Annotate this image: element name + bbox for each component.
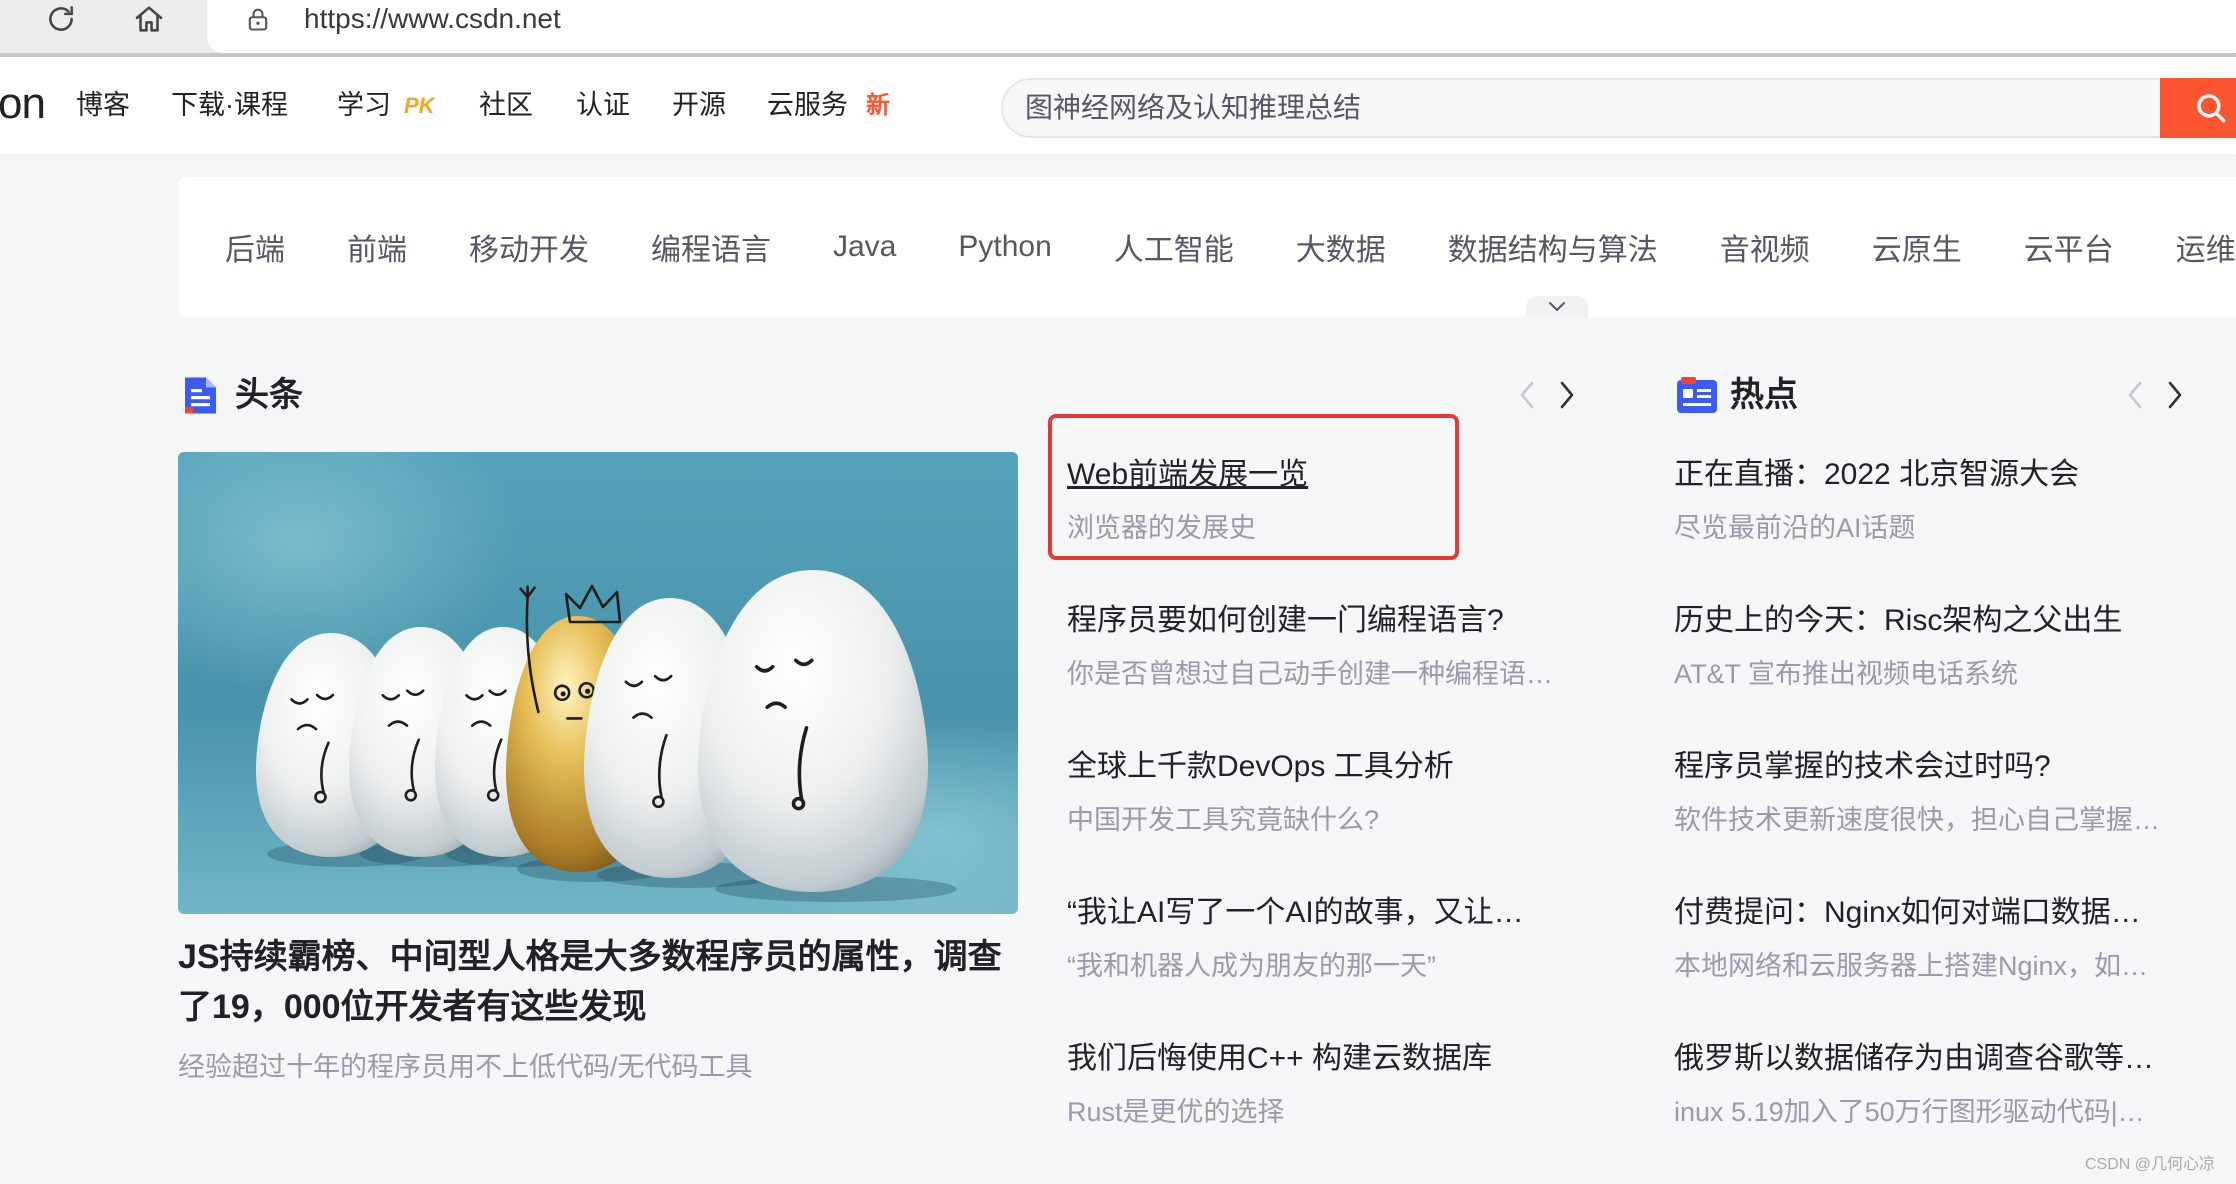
headline-title[interactable]: 我们后悔使用C++ 构建云数据库 (1067, 1033, 1582, 1085)
url-text[interactable]: https://www.csdn.net (304, 0, 561, 38)
hot-subtitle: 尽览最前沿的AI话题 (1674, 513, 1916, 543)
featured-headline-title[interactable]: JS持续霸榜、中间型人格是大多数程序员的属性，调查了19，000位开发者有这些发… (178, 932, 1028, 1032)
headlines-section-title: 头条 (235, 376, 303, 414)
hot-title[interactable]: 历史上的今天：Risc架构之父出生 (1674, 595, 2194, 647)
egg-pupil (585, 688, 591, 694)
category-mobile[interactable]: 移动开发 (469, 225, 589, 269)
category-backend[interactable]: 后端 (225, 225, 285, 269)
category-ops[interactable]: 运维 (2176, 225, 2236, 269)
nav-item-certification[interactable]: 认证 (576, 57, 630, 154)
category-ai[interactable]: 人工智能 (1114, 225, 1234, 269)
nav-item-learn[interactable]: 学习 (337, 57, 391, 154)
headline-title[interactable]: 全球上千款DevOps 工具分析 (1067, 741, 1582, 793)
headline-title[interactable]: “我让AI写了一个AI的故事，又让… (1067, 887, 1582, 939)
home-button[interactable] (132, 2, 166, 41)
search-button[interactable] (2160, 78, 2236, 138)
hot-title[interactable]: 付费提问：Nginx如何对端口数据… (1674, 887, 2194, 939)
category-java[interactable]: Java (833, 230, 896, 264)
hot-section-icon (1677, 377, 1717, 418)
hot-next-button[interactable] (2166, 380, 2184, 410)
reload-button[interactable] (44, 2, 78, 41)
home-icon (135, 6, 163, 32)
site-security-indicator[interactable] (244, 5, 272, 38)
chevron-left-icon (1520, 381, 1534, 409)
top-navigation: on 博客 下载·课程 学习 PK 社区 认证 开源 云服务 新 (0, 57, 2236, 154)
headlines-list: Web前端发展一览 浏览器的发展史 程序员要如何创建一门编程语言? 你是否曾想过… (1067, 449, 1582, 1179)
hot-title[interactable]: 正在直播：2022 北京智源大会 (1674, 449, 2194, 501)
category-audio-video[interactable]: 音视频 (1720, 225, 1810, 269)
hot-subtitle: AT&T 宣布推出视频电话系统 (1674, 659, 2019, 689)
featured-image[interactable] (178, 452, 1018, 914)
expand-categories-button[interactable] (1526, 296, 1588, 317)
search-input[interactable] (1003, 80, 2160, 136)
nav-item-download-courses[interactable]: 下载·课程 (171, 57, 288, 154)
lock-icon (248, 8, 268, 31)
nav-item-blog[interactable]: 博客 (76, 57, 130, 154)
list-item[interactable]: 正在直播：2022 北京智源大会 尽览最前沿的AI话题 (1674, 449, 2194, 595)
hot-subtitle: inux 5.19加入了50万行图形驱动代码|… (1674, 1097, 2145, 1127)
hot-prev-button[interactable] (2126, 380, 2144, 410)
category-python[interactable]: Python (958, 230, 1051, 264)
watermark: CSDN @几何心凉 (2085, 1156, 2216, 1173)
category-big-data[interactable]: 大数据 (1296, 225, 1386, 269)
chevron-right-icon (2168, 381, 2182, 409)
list-item[interactable]: Web前端发展一览 浏览器的发展史 (1067, 449, 1582, 595)
headline-subtitle: “我和机器人成为朋友的那一天” (1067, 951, 1436, 981)
category-data-structures[interactable]: 数据结构与算法 (1448, 225, 1658, 269)
featured-headline-subtitle: 经验超过十年的程序员用不上低代码/无代码工具 (178, 1052, 753, 1082)
list-item[interactable]: “我让AI写了一个AI的故事，又让… “我和机器人成为朋友的那一天” (1067, 887, 1582, 1033)
search-icon (2197, 94, 2226, 123)
search-box (1001, 78, 2160, 138)
list-item[interactable]: 程序员要如何创建一门编程语言? 你是否曾想过自己动手创建一种编程语… (1067, 595, 1582, 741)
nav-badge-pk: PK (404, 93, 435, 118)
chevron-left-icon (2128, 381, 2142, 409)
headlines-prev-button[interactable] (1518, 380, 1536, 410)
headline-title[interactable]: Web前端发展一览 (1067, 449, 1582, 501)
egg-pupil (560, 691, 566, 697)
hot-subtitle: 软件技术更新速度很快，担心自己掌握… (1674, 805, 2160, 835)
category-list: 后端 前端 移动开发 编程语言 Java Python 人工智能 大数据 数据结… (225, 177, 2236, 317)
document-icon (185, 377, 216, 414)
hot-title[interactable]: 程序员掌握的技术会过时吗? (1674, 741, 2194, 793)
site-logo[interactable]: on (0, 57, 46, 154)
hot-subtitle: 本地网络和云服务器上搭建Nginx，如… (1674, 951, 2149, 981)
list-item[interactable]: 全球上千款DevOps 工具分析 中国开发工具究竟缺什么? (1067, 741, 1582, 887)
hot-section-title: 热点 (1730, 376, 1798, 414)
hot-list: 正在直播：2022 北京智源大会 尽览最前沿的AI话题 历史上的今天：Risc架… (1674, 449, 2194, 1179)
headline-subtitle: 你是否曾想过自己动手创建一种编程语… (1067, 659, 1553, 689)
nav-item-open-source[interactable]: 开源 (672, 57, 726, 154)
hot-list-icon (1677, 377, 1717, 413)
eggs-illustration (178, 452, 1018, 914)
list-item[interactable]: 我们后悔使用C++ 构建云数据库 Rust是更优的选择 (1067, 1033, 1582, 1179)
refresh-icon (49, 6, 74, 31)
nav-item-community[interactable]: 社区 (479, 57, 533, 154)
category-programming-languages[interactable]: 编程语言 (651, 225, 771, 269)
category-frontend[interactable]: 前端 (347, 225, 407, 269)
hot-title[interactable]: 俄罗斯以数据储存为由调查谷歌等… (1674, 1033, 2194, 1085)
headline-subtitle: 浏览器的发展史 (1067, 513, 1256, 543)
list-item[interactable]: 付费提问：Nginx如何对端口数据… 本地网络和云服务器上搭建Nginx，如… (1674, 887, 2194, 1033)
nav-item-cloud-services[interactable]: 云服务 (767, 57, 848, 154)
headline-subtitle: 中国开发工具究竟缺什么? (1067, 805, 1380, 835)
headlines-next-button[interactable] (1558, 380, 1576, 410)
chevron-down-icon (1549, 302, 1565, 311)
headline-title[interactable]: 程序员要如何创建一门编程语言? (1067, 595, 1582, 647)
category-cloud-platform[interactable]: 云平台 (2024, 225, 2114, 269)
list-item[interactable]: 历史上的今天：Risc架构之父出生 AT&T 宣布推出视频电话系统 (1674, 595, 2194, 741)
category-cloud-native[interactable]: 云原生 (1872, 225, 1962, 269)
list-item[interactable]: 程序员掌握的技术会过时吗? 软件技术更新速度很快，担心自己掌握… (1674, 741, 2194, 887)
chevron-right-icon (1560, 381, 1574, 409)
category-bar: 后端 前端 移动开发 编程语言 Java Python 人工智能 大数据 数据结… (178, 177, 2236, 317)
headlines-section-icon (183, 376, 218, 420)
headline-subtitle: Rust是更优的选择 (1067, 1097, 1285, 1127)
nav-badge-new: 新 (866, 92, 890, 119)
